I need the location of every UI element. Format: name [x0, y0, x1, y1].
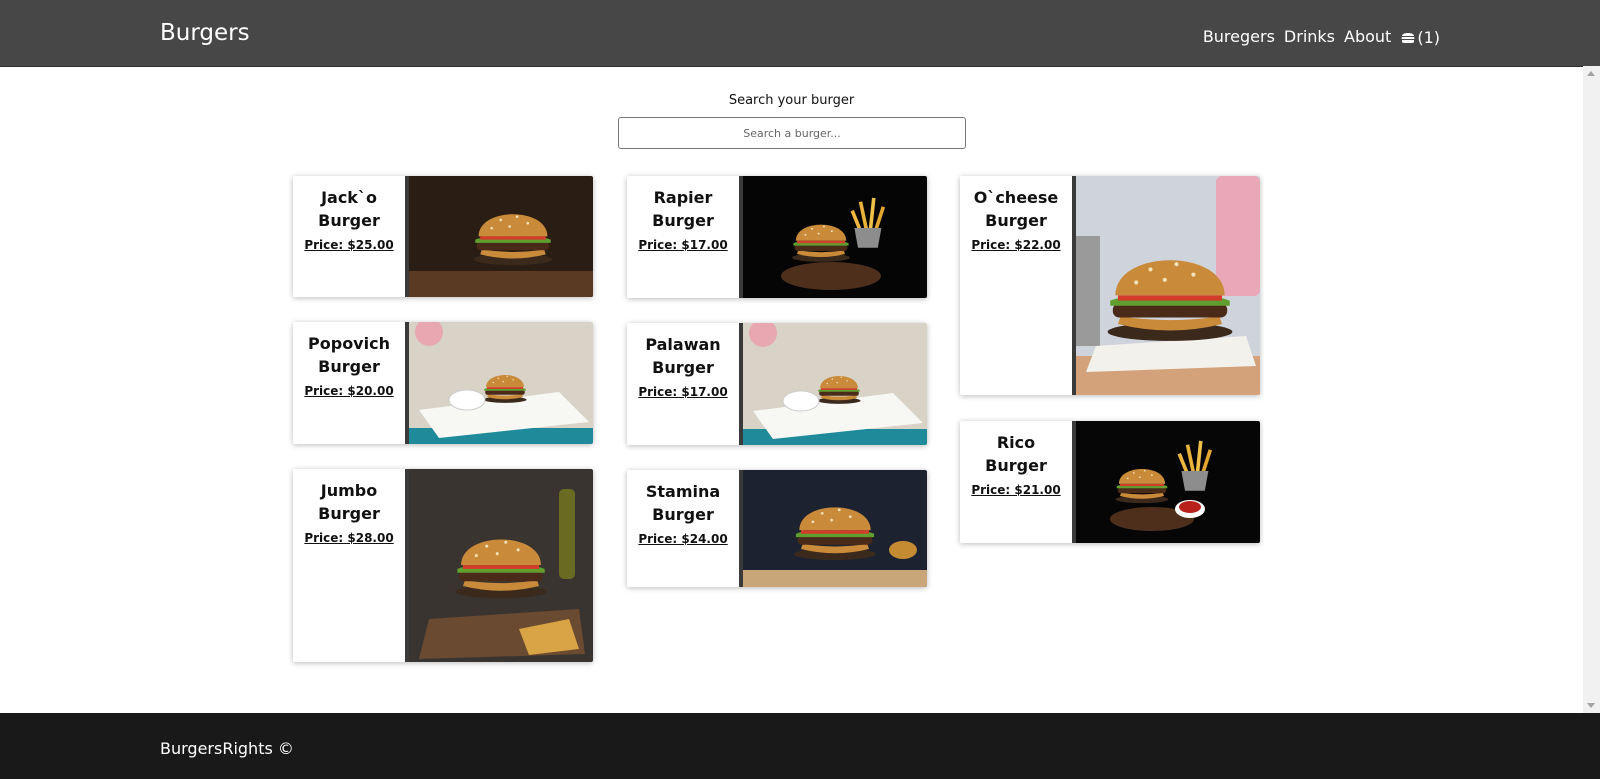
search-input[interactable]: [618, 117, 966, 149]
product-image: [1076, 421, 1260, 543]
product-info: Popovich Burger Price: $20.00: [293, 322, 405, 444]
product-info: Rico Burger Price: $21.00: [960, 421, 1072, 543]
product-info: Jack`o Burger Price: $25.00: [293, 176, 405, 297]
product-info: Stamina Burger Price: $24.00: [627, 470, 739, 587]
nav-menu: Buregers Drinks About (1): [1194, 26, 1440, 48]
product-image: [743, 323, 927, 445]
page-scrollbar[interactable]: [1583, 66, 1600, 713]
product-name: Stamina Burger: [645, 482, 721, 524]
nav-link-drinks[interactable]: Drinks: [1284, 26, 1335, 48]
product-price[interactable]: Price: $25.00: [304, 238, 393, 252]
product-name: O`cheese Burger: [973, 188, 1059, 230]
product-name: Rico Burger: [985, 433, 1047, 475]
scroll-up-arrow[interactable]: [1587, 71, 1595, 76]
product-image: [743, 176, 927, 298]
product-name: Jack`o Burger: [318, 188, 380, 230]
nav-link-about[interactable]: About: [1344, 26, 1391, 48]
product-image: [409, 322, 593, 444]
product-card-jacko[interactable]: Jack`o Burger Price: $25.00: [293, 176, 593, 297]
product-info: Palawan Burger Price: $17.00: [627, 323, 739, 445]
search-label: Search your burger: [728, 93, 855, 108]
product-price[interactable]: Price: $17.00: [638, 238, 727, 252]
scroll-down-arrow[interactable]: [1587, 703, 1595, 708]
burger-cart-icon: [1401, 33, 1415, 43]
cart-button[interactable]: (1): [1400, 28, 1440, 47]
product-card-stamina[interactable]: Stamina Burger Price: $24.00: [627, 470, 927, 587]
product-price[interactable]: Price: $17.00: [638, 385, 727, 399]
footer-copyright: BurgersRights ©: [160, 739, 294, 758]
product-name: Popovich Burger: [308, 334, 390, 376]
product-image: [409, 176, 593, 297]
product-info: Jumbo Burger Price: $28.00: [293, 469, 405, 662]
product-price[interactable]: Price: $28.00: [304, 531, 393, 545]
product-card-rapier[interactable]: Rapier Burger Price: $17.00: [627, 176, 927, 298]
product-price[interactable]: Price: $20.00: [304, 384, 393, 398]
product-card-popovich[interactable]: Popovich Burger Price: $20.00: [293, 322, 593, 444]
nav-link-burgers[interactable]: Buregers: [1203, 26, 1275, 48]
brand-title[interactable]: Burgers: [160, 19, 250, 47]
product-card-ocheese[interactable]: O`cheese Burger Price: $22.00: [960, 176, 1260, 395]
product-image: [743, 470, 927, 587]
product-name: Jumbo Burger: [318, 481, 380, 523]
product-card-palawan[interactable]: Palawan Burger Price: $17.00: [627, 323, 927, 445]
product-price[interactable]: Price: $24.00: [638, 532, 727, 546]
cart-count: (1): [1417, 27, 1440, 47]
top-navbar: Burgers Buregers Drinks About (1): [0, 0, 1600, 67]
page-footer: BurgersRights ©: [0, 713, 1600, 779]
product-card-jumbo[interactable]: Jumbo Burger Price: $28.00: [293, 469, 593, 662]
product-price[interactable]: Price: $21.00: [971, 483, 1060, 497]
product-info: Rapier Burger Price: $17.00: [627, 176, 739, 298]
product-name: Palawan Burger: [645, 335, 721, 377]
product-info: O`cheese Burger Price: $22.00: [960, 176, 1072, 395]
product-image: [1076, 176, 1260, 395]
product-price[interactable]: Price: $22.00: [971, 238, 1060, 252]
product-image: [409, 469, 593, 662]
product-card-rico[interactable]: Rico Burger Price: $21.00: [960, 421, 1260, 543]
product-name: Rapier Burger: [652, 188, 714, 230]
